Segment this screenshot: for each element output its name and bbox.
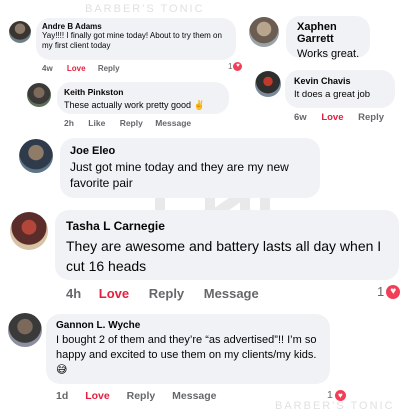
reaction-count-value: 1 (377, 284, 385, 299)
avatar[interactable] (27, 83, 51, 107)
comment-bubble: Keith Pinkston These actually work prett… (57, 82, 229, 114)
comment-text: They are awesome and battery lasts all d… (66, 238, 382, 274)
love-button[interactable]: Love (99, 286, 129, 301)
avatar[interactable] (249, 17, 279, 47)
avatar[interactable] (19, 139, 53, 173)
love-button[interactable]: Love (67, 64, 86, 73)
comment-time: 2h (64, 118, 74, 128)
comment-text: Yay!!!! I finally got mine today! About … (42, 31, 222, 50)
comment-author[interactable]: Kevin Chavis (294, 76, 386, 86)
comment-bubble: Andre B Adams Yay!!!! I finally got mine… (36, 18, 236, 60)
comment-author[interactable]: Joe Eleo (70, 145, 311, 157)
reply-button[interactable]: Reply (358, 112, 384, 123)
heart-icon: ♥ (233, 62, 243, 71)
reply-button[interactable]: Reply (98, 64, 120, 73)
love-button[interactable]: Love (321, 112, 343, 123)
comment-text: I bought 2 of them and they’re “as adver… (56, 334, 317, 376)
comment-text: Just got mine today and they are my new … (70, 160, 289, 190)
avatar[interactable] (255, 71, 281, 97)
watermark-top: BARBER'S TONIC (85, 3, 205, 15)
message-button[interactable]: Message (172, 390, 216, 402)
comment-actions: 4h Love Reply Message (66, 286, 259, 301)
message-button[interactable]: Message (204, 286, 259, 301)
reply-button[interactable]: Reply (127, 390, 156, 402)
watermark-bottom: BARBER'S TONIC (275, 400, 395, 412)
comment-time: 6w (294, 112, 307, 123)
like-button[interactable]: Like (88, 118, 105, 128)
comment-actions: 2h Like Reply Message (64, 118, 191, 128)
reaction-count[interactable]: 1 ♥ (377, 284, 401, 299)
message-button[interactable]: Message (155, 118, 191, 128)
comment-bubble: Kevin Chavis It does a great job (285, 70, 395, 108)
comment-bubble: Xaphen Garrett Works great. (286, 16, 370, 60)
comment-text: It does a great job (294, 89, 371, 100)
comment-author[interactable]: Xaphen Garrett (297, 21, 360, 45)
reply-button[interactable]: Reply (120, 118, 143, 128)
comment-actions: 4w Love Reply (42, 64, 120, 73)
comment-author[interactable]: Tasha L Carnegie (66, 219, 389, 233)
reaction-count-value: 1 (228, 62, 233, 71)
comment-author[interactable]: Gannon L. Wyche (56, 320, 320, 331)
love-button[interactable]: Love (85, 390, 110, 402)
heart-icon: ♥ (386, 284, 401, 299)
comment-time: 1d (56, 390, 69, 402)
comment-bubble: Tasha L Carnegie They are awesome and ba… (55, 210, 399, 280)
comment-author[interactable]: Keith Pinkston (64, 87, 222, 97)
comment-bubble: Gannon L. Wyche I bought 2 of them and t… (46, 314, 330, 384)
comment-time: 4w (42, 64, 53, 73)
heart-icon: ♥ (334, 389, 346, 401)
reply-button[interactable]: Reply (149, 286, 184, 301)
comment-text: These actually work pretty good ✌️ (64, 100, 205, 110)
comment-time: 4h (66, 286, 82, 301)
avatar[interactable] (9, 21, 31, 43)
comment-text: Works great. (297, 48, 360, 60)
comment-author[interactable]: Andre B Adams (42, 22, 230, 31)
comment-actions: 1d Love Reply Message (56, 390, 217, 402)
avatar[interactable] (10, 212, 48, 250)
reaction-count[interactable]: 1 ♥ (228, 62, 243, 71)
comment-actions: 6w Love Reply (294, 112, 384, 123)
comment-bubble: Joe Eleo Just got mine today and they ar… (60, 138, 320, 198)
avatar[interactable] (8, 313, 42, 347)
